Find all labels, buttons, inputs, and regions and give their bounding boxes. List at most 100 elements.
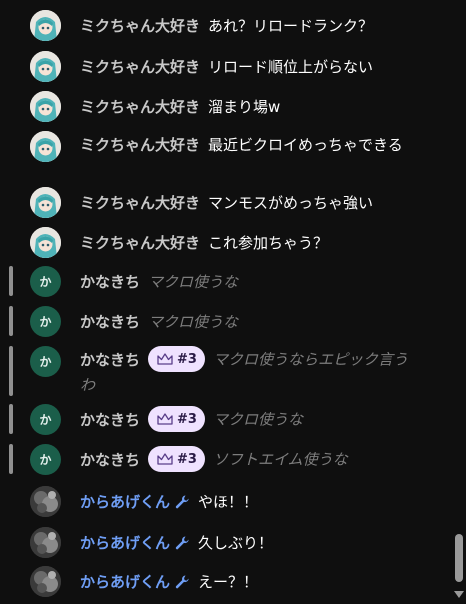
rank-badge: #3 [148, 446, 205, 472]
avatar[interactable]: か [30, 266, 61, 297]
message-content: かなきち #3 マクロ使うならエピック言うわ [80, 346, 416, 398]
avatar-letter: か [39, 453, 52, 467]
scroll-down-arrow-icon[interactable] [454, 591, 464, 598]
message-text: あれ？リロードランク？ [208, 17, 374, 35]
chat-message: からあげくん 久しぶり！ [0, 527, 452, 561]
avatar[interactable] [30, 566, 61, 597]
message-content: ミクちゃん大好き 最近ビクロイめっちゃできる [80, 135, 416, 156]
message-content: ミクちゃん大好き これ参加ちゃう？ [80, 233, 416, 254]
message-author[interactable]: ミクちゃん大好き [80, 17, 200, 35]
message-text: ソフトエイム使うな [212, 450, 348, 469]
chat-message: ミクちゃん大好き 最近ビクロイめっちゃできる [0, 131, 452, 175]
message-author[interactable]: からあげくん [80, 493, 170, 511]
avatar[interactable] [30, 227, 61, 258]
avatar[interactable] [30, 187, 61, 218]
karaage-avatar-icon [30, 486, 61, 517]
message-text: マンモスがめっちゃ強い [208, 194, 374, 212]
message-content: からあげくん やほ！！ [80, 492, 416, 513]
message-text: やほ！！ [198, 493, 259, 511]
message-content: かなきち マクロ使うな [80, 272, 416, 293]
message-author[interactable]: かなきち [80, 273, 140, 291]
wrench-icon [175, 575, 189, 588]
chat-message: ミクちゃん大好き リロード順位上がらない [0, 51, 452, 85]
badge-text: #3 [177, 451, 197, 467]
message-author[interactable]: かなきち [80, 411, 140, 429]
message-content: かなきち マクロ使うな [80, 312, 416, 333]
chat-message-highlighted: か かなきち マクロ使うな [0, 306, 452, 340]
chat-message-highlighted: か かなきち #3 ソフトエイム使うな [0, 444, 452, 478]
message-author[interactable]: からあげくん [80, 534, 170, 552]
crown-icon [157, 453, 173, 465]
avatar[interactable]: か [30, 306, 61, 337]
message-content: かなきち #3 ソフトエイム使うな [80, 446, 416, 473]
avatar[interactable] [30, 10, 61, 41]
chat-message: からあげくん えー？！ [0, 566, 452, 600]
message-author[interactable]: ミクちゃん大好き [80, 98, 200, 116]
message-text: マクロ使うな [148, 313, 239, 331]
message-text: えー？！ [198, 573, 259, 591]
avatar-letter: か [39, 413, 52, 427]
message-content: ミクちゃん大好き マンモスがめっちゃ強い [80, 193, 416, 214]
avatar-letter: か [39, 355, 52, 369]
message-author[interactable]: かなきち [80, 451, 140, 469]
message-content: かなきち #3 マクロ使うな [80, 406, 416, 433]
karaage-avatar-icon [30, 527, 61, 558]
message-text: 溜まり場w [208, 98, 281, 116]
message-content: ミクちゃん大好き あれ？リロードランク？ [80, 16, 416, 37]
avatar[interactable]: か [30, 444, 61, 475]
chat-message: からあげくん やほ！！ [0, 486, 452, 520]
message-author[interactable]: ミクちゃん大好き [80, 194, 200, 212]
rank-badge: #3 [148, 346, 205, 372]
chat-message-highlighted: か かなきち マクロ使うな [0, 266, 452, 300]
crown-icon [157, 413, 173, 425]
message-author[interactable]: ミクちゃん大好き [80, 136, 200, 154]
crown-icon [157, 353, 173, 365]
message-author[interactable]: ミクちゃん大好き [80, 58, 200, 76]
message-content: からあげくん 久しぶり！ [80, 533, 416, 554]
rank-badge: #3 [148, 406, 205, 432]
highlight-stripe [9, 444, 13, 474]
avatar-letter: か [39, 275, 52, 289]
message-content: ミクちゃん大好き 溜まり場w [80, 97, 416, 118]
avatar[interactable]: か [30, 346, 61, 377]
scrollbar-thumb[interactable] [455, 534, 463, 582]
message-author[interactable]: ミクちゃん大好き [80, 234, 200, 252]
chat-message: ミクちゃん大好き マンモスがめっちゃ強い [0, 187, 452, 221]
badge-text: #3 [177, 351, 197, 367]
message-text: リロード順位上がらない [208, 58, 374, 76]
miku-avatar-icon [30, 131, 61, 162]
karaage-avatar-icon [30, 566, 61, 597]
miku-avatar-icon [30, 51, 61, 82]
wrench-icon [175, 495, 189, 508]
miku-avatar-icon [30, 91, 61, 122]
badge-text: #3 [177, 411, 197, 427]
miku-avatar-icon [30, 10, 61, 41]
avatar[interactable] [30, 486, 61, 517]
message-text: 最近ビクロイめっちゃできる [208, 136, 403, 154]
chat-message: ミクちゃん大好き あれ？リロードランク？ [0, 10, 452, 44]
avatar[interactable] [30, 131, 61, 162]
message-content: ミクちゃん大好き リロード順位上がらない [80, 57, 416, 78]
avatar[interactable]: か [30, 404, 61, 435]
chat-message: ミクちゃん大好き これ参加ちゃう？ [0, 227, 452, 261]
avatar[interactable] [30, 91, 61, 122]
message-text: マクロ使うな [148, 273, 239, 291]
highlight-stripe [9, 346, 13, 396]
scrollbar[interactable] [452, 0, 466, 604]
message-author[interactable]: かなきち [80, 313, 140, 331]
avatar[interactable] [30, 527, 61, 558]
chat-message-highlighted: か かなきち #3 マクロ使うな [0, 404, 452, 438]
miku-avatar-icon [30, 187, 61, 218]
miku-avatar-icon [30, 227, 61, 258]
message-author[interactable]: かなきち [80, 351, 140, 369]
highlight-stripe [9, 266, 13, 296]
wrench-icon [175, 536, 189, 549]
chat-message-highlighted: か かなきち #3 マクロ使うならエピック言うわ [0, 346, 452, 396]
message-content: からあげくん えー？！ [80, 572, 416, 593]
avatar[interactable] [30, 51, 61, 82]
message-text: マクロ使うな [212, 410, 303, 429]
chat-message: ミクちゃん大好き 溜まり場w [0, 91, 452, 125]
message-author[interactable]: からあげくん [80, 573, 170, 591]
avatar-letter: か [39, 315, 52, 329]
message-text: これ参加ちゃう？ [208, 234, 329, 252]
